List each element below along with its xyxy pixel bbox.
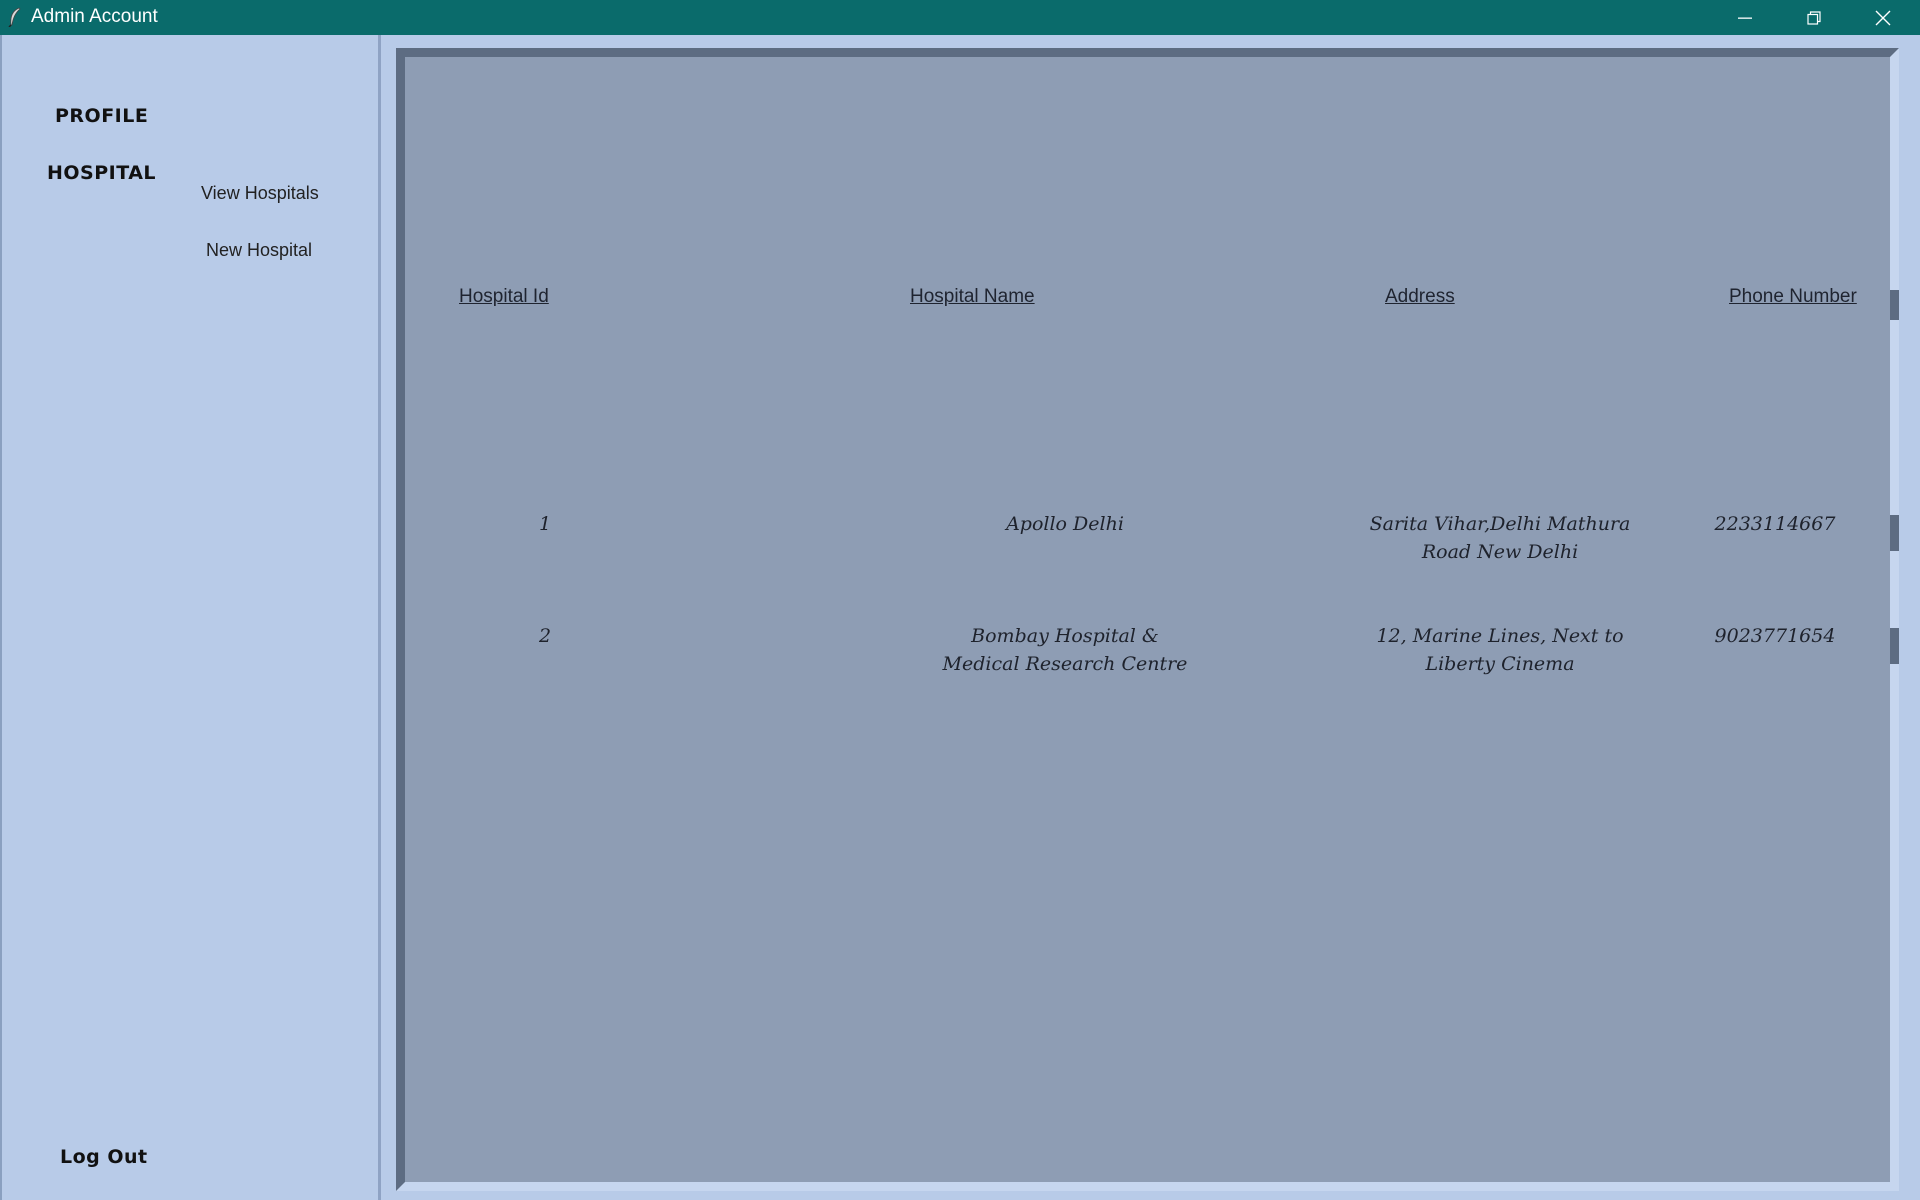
main-panel: Hospital Id Hospital Name Address Phone …	[384, 35, 1920, 1200]
cell-hospital-id: 2	[538, 625, 552, 647]
row-marker	[1890, 515, 1899, 551]
feather-icon	[8, 7, 21, 27]
cell-hospital-name: Bombay Hospital & Medical Research Centr…	[942, 625, 1188, 675]
close-button[interactable]	[1848, 0, 1918, 35]
restore-button[interactable]	[1779, 0, 1849, 35]
minimize-button[interactable]	[1710, 0, 1780, 35]
logout-button[interactable]: Log Out	[60, 1146, 148, 1168]
header-hospital-id: Hospital Id	[459, 286, 549, 307]
row-marker	[1890, 628, 1899, 664]
hospital-table-frame: Hospital Id Hospital Name Address Phone …	[396, 48, 1899, 1191]
minimize-icon	[1738, 17, 1752, 19]
row-marker	[1890, 290, 1899, 320]
cell-phone-number: 9023771654	[1714, 625, 1836, 647]
sidebar: PROFILE HOSPITAL View Hospitals New Hosp…	[0, 35, 381, 1200]
header-address: Address	[1385, 286, 1455, 307]
new-hospital-link[interactable]: New Hospital	[206, 240, 312, 261]
header-phone-number: Phone Number	[1729, 286, 1857, 307]
cell-address: Sarita Vihar,Delhi Mathura Road New Delh…	[1369, 513, 1631, 563]
hospital-menu-item[interactable]: HOSPITAL	[47, 162, 156, 184]
title-bar: Admin Account	[0, 0, 1920, 35]
view-hospitals-link[interactable]: View Hospitals	[201, 183, 319, 204]
cell-address: 12, Marine Lines, Next to Liberty Cinema	[1376, 625, 1624, 675]
header-hospital-name: Hospital Name	[910, 286, 1035, 307]
cell-hospital-name: Apollo Delhi	[1006, 513, 1124, 535]
window-title: Admin Account	[31, 6, 158, 27]
cell-phone-number: 2233114667	[1714, 513, 1836, 535]
cell-hospital-id: 1	[538, 513, 552, 535]
restore-icon	[1807, 10, 1821, 25]
close-icon	[1875, 10, 1891, 25]
profile-menu-item[interactable]: PROFILE	[55, 105, 148, 127]
